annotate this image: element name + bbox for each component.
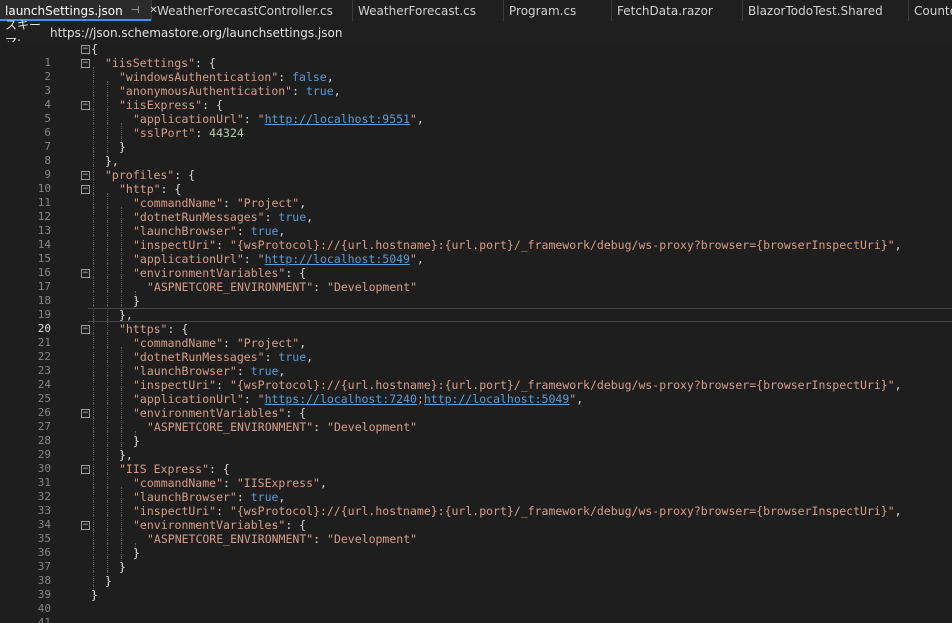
- tab-label: WeatherForecastController.cs: [157, 3, 333, 18]
- code-line: 15 "inspectUri": "{wsProtocol}://{url.ho…: [0, 238, 952, 265]
- tab-blazortodotest-shared[interactable]: BlazorTodoTest.Shared: [743, 0, 909, 21]
- fold-collapse-icon[interactable]: −: [81, 45, 90, 54]
- fold-collapse-icon[interactable]: −: [81, 59, 90, 68]
- url-link[interactable]: https://localhost:7240: [265, 392, 417, 406]
- code-line: 27 − "environmentVariables": {: [0, 406, 952, 433]
- tab-label: BlazorTodoTest.Shared: [748, 3, 883, 18]
- code-line: 13 "dotnetRunMessages": true,: [0, 210, 952, 237]
- url-link[interactable]: http://localhost:5049: [424, 392, 569, 406]
- tab-label: FetchData.razor: [617, 3, 713, 18]
- code-line: 21 − "https": {: [0, 322, 952, 349]
- code-line: 31 − "IIS Express": {: [0, 462, 952, 489]
- code-line: 36 "ASPNETCORE_ENVIRONMENT": "Developmen…: [0, 532, 952, 559]
- code-line: 5 − "iisExpress": {: [0, 98, 952, 125]
- tab-label: WeatherForecast.cs: [358, 3, 476, 18]
- code-line: 34 "inspectUri": "{wsProtocol}://{url.ho…: [0, 504, 952, 531]
- code-editor[interactable]: 1 − { 2 − "iisSettings": { 3 "windowsAut…: [0, 42, 952, 623]
- code-line: 40 }: [0, 588, 952, 615]
- line-number: 41: [37, 616, 51, 623]
- code-line: 11 − "http": {: [0, 182, 952, 209]
- code-line: 23 "dotnetRunMessages": true,: [0, 350, 952, 377]
- fold-collapse-icon[interactable]: −: [81, 171, 90, 180]
- tab-label: Program.cs: [509, 3, 577, 18]
- url-link[interactable]: http://localhost:5049: [265, 252, 410, 266]
- code-line: 26 "applicationUrl": "https://localhost:…: [0, 392, 952, 419]
- document-tab-strip: launchSettings.json ⊣ ✕ WeatherForecastC…: [0, 0, 952, 21]
- code-line: 16 "applicationUrl": "http://localhost:5…: [0, 252, 952, 279]
- code-line: 38 }: [0, 560, 952, 587]
- code-line: 32 "commandName": "IISExpress",: [0, 476, 952, 503]
- code-line: 3 "windowsAuthentication": false,: [0, 70, 952, 97]
- code-line: 10 − "profiles": {: [0, 168, 952, 195]
- fold-collapse-icon[interactable]: −: [81, 185, 90, 194]
- code-line: 39 }: [0, 574, 952, 601]
- pin-icon[interactable]: ⊣: [131, 5, 140, 16]
- code-line: 14 "launchBrowser": true,: [0, 224, 952, 251]
- schema-bar: スキーマ: https://json.schemastore.org/launc…: [0, 18, 952, 49]
- fold-collapse-icon[interactable]: −: [81, 409, 90, 418]
- code-line: 1 − {: [0, 42, 952, 69]
- tab-weatherforecast-cs[interactable]: WeatherForecast.cs: [353, 0, 504, 21]
- tab-fetchdata-razor[interactable]: FetchData.razor: [612, 0, 743, 21]
- tab-program-cs[interactable]: Program.cs: [504, 0, 612, 21]
- code-line: 17 − "environmentVariables": {: [0, 266, 952, 293]
- code-line: 33 "launchBrowser": true,: [0, 490, 952, 517]
- code-line: 12 "commandName": "Project",: [0, 196, 952, 223]
- code-line: 9 },: [0, 154, 952, 181]
- code-line: 37 }: [0, 546, 952, 573]
- tab-weatherforecastcontroller-cs[interactable]: WeatherForecastController.cs: [152, 0, 353, 21]
- fold-collapse-icon[interactable]: −: [81, 521, 90, 530]
- fold-collapse-icon[interactable]: −: [81, 101, 90, 110]
- code-line: 18 "ASPNETCORE_ENVIRONMENT": "Developmen…: [0, 280, 952, 307]
- fold-collapse-icon[interactable]: −: [81, 269, 90, 278]
- code-line: 19 }: [0, 294, 952, 321]
- code-line: 41: [0, 602, 952, 623]
- code-line: 28 "ASPNETCORE_ENVIRONMENT": "Developmen…: [0, 420, 952, 447]
- code-line: 7 "sslPort": 44324: [0, 126, 952, 153]
- fold-collapse-icon[interactable]: −: [81, 465, 90, 474]
- code-line: 35 − "environmentVariables": {: [0, 518, 952, 545]
- code-line: 25 "inspectUri": "{wsProtocol}://{url.ho…: [0, 378, 952, 405]
- tab-label: Counte: [914, 3, 952, 18]
- editor-lines: 1 − { 2 − "iisSettings": { 3 "windowsAut…: [0, 42, 952, 623]
- code-line: 22 "commandName": "Project",: [0, 336, 952, 363]
- code-line: 6 "applicationUrl": "http://localhost:95…: [0, 112, 952, 139]
- url-link[interactable]: http://localhost:9551: [265, 112, 410, 126]
- code-line: 2 − "iisSettings": {: [0, 56, 952, 83]
- tab-counter[interactable]: Counte: [909, 0, 952, 21]
- code-line: 24 "launchBrowser": true,: [0, 364, 952, 391]
- code-line: 8 }: [0, 140, 952, 167]
- fold-collapse-icon[interactable]: −: [81, 325, 90, 334]
- code-line: 4 "anonymousAuthentication": true,: [0, 84, 952, 111]
- schema-url[interactable]: https://json.schemastore.org/launchsetti…: [50, 26, 342, 40]
- code-line-current: 20 },: [0, 308, 952, 335]
- code-line: 29 }: [0, 434, 952, 461]
- code-line: 30 },: [0, 448, 952, 475]
